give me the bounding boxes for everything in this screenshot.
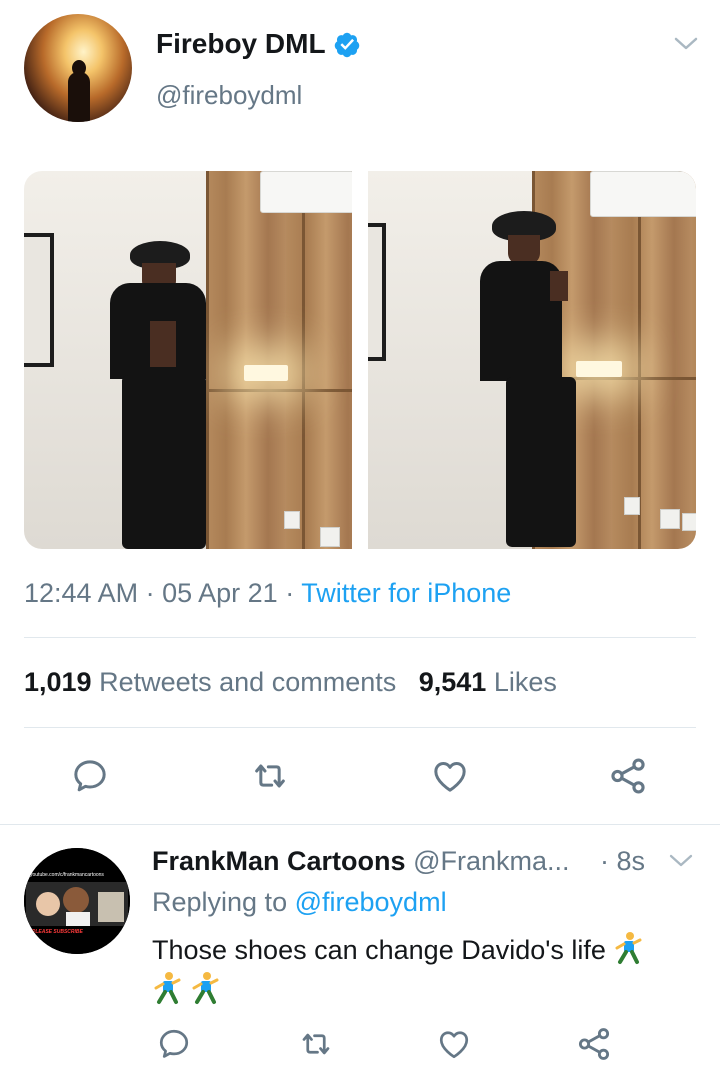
tweet-date: 05 Apr 21 xyxy=(162,578,278,608)
replying-to-handle[interactable]: @fireboydml xyxy=(295,887,447,917)
author-handle[interactable]: @fireboydml xyxy=(156,80,302,111)
reply-timestamp: · 8s xyxy=(600,846,646,876)
author-name[interactable]: Fireboy DML xyxy=(156,28,326,60)
reply-author[interactable]: FrankMan Cartoons @Frankma... xyxy=(152,846,570,877)
meta-separator: · xyxy=(285,578,295,608)
likes-label[interactable]: Likes xyxy=(494,667,557,697)
like-icon xyxy=(439,1031,469,1059)
reply-share-button[interactable] xyxy=(572,1022,616,1066)
tweet-time: 12:44 AM xyxy=(24,578,139,608)
running-man-emoji-icon xyxy=(190,970,220,1010)
like-button[interactable] xyxy=(428,754,472,798)
author-avatar[interactable] xyxy=(24,14,132,122)
replying-prefix: Replying to xyxy=(152,887,288,917)
reply-body: Those shoes can change Davido's life xyxy=(152,935,606,965)
retweets-label[interactable]: Retweets and comments xyxy=(99,667,396,697)
tweet-timestamp: 12:44 AM · 05 Apr 21 · Twitter for iPhon… xyxy=(24,578,511,609)
reply-icon xyxy=(74,760,106,792)
tweet-photo-2[interactable] xyxy=(368,171,696,549)
divider xyxy=(24,637,696,638)
verified-badge-icon xyxy=(334,32,360,58)
chevron-down-icon[interactable] xyxy=(672,34,700,54)
replying-to: Replying to @fireboydml xyxy=(152,887,447,918)
reply-author-avatar[interactable]: youtube.com/c/frankmancartoons PLEASE SU… xyxy=(24,848,130,954)
divider xyxy=(24,727,696,728)
tweet-stats: 1,019 Retweets and comments 9,541 Likes xyxy=(24,667,557,698)
reply-author-handle[interactable]: @Frankma... xyxy=(413,846,569,876)
chevron-down-icon[interactable] xyxy=(668,852,694,870)
reply-like-button[interactable] xyxy=(432,1022,476,1066)
reply-reply-button[interactable] xyxy=(152,1022,196,1066)
retweet-icon xyxy=(302,1033,330,1055)
tweet-source-link[interactable]: Twitter for iPhone xyxy=(301,578,511,608)
avatar-subscribe-text: PLEASE SUBSCRIBE xyxy=(32,929,84,935)
like-icon xyxy=(434,762,466,792)
likes-count[interactable]: 9,541 xyxy=(419,667,487,697)
retweet-icon xyxy=(255,764,285,788)
share-icon xyxy=(611,758,645,794)
share-button[interactable] xyxy=(606,754,650,798)
meta-separator: · xyxy=(145,578,155,608)
running-man-emoji-icon xyxy=(613,930,643,970)
reply-icon xyxy=(159,1029,189,1058)
running-man-emoji-icon xyxy=(152,970,182,1010)
reply-retweet-button[interactable] xyxy=(294,1022,338,1066)
reply-text: Those shoes can change Davido's life xyxy=(152,930,712,1010)
retweets-count[interactable]: 1,019 xyxy=(24,667,92,697)
reply-author-name[interactable]: FrankMan Cartoons xyxy=(152,846,406,876)
divider xyxy=(0,824,720,825)
share-icon xyxy=(578,1028,610,1060)
reply-button[interactable] xyxy=(68,754,112,798)
tweet-photo-1[interactable] xyxy=(24,171,352,549)
avatar-banner-text: youtube.com/c/frankmancartoons xyxy=(30,872,104,878)
retweet-button[interactable] xyxy=(248,754,292,798)
